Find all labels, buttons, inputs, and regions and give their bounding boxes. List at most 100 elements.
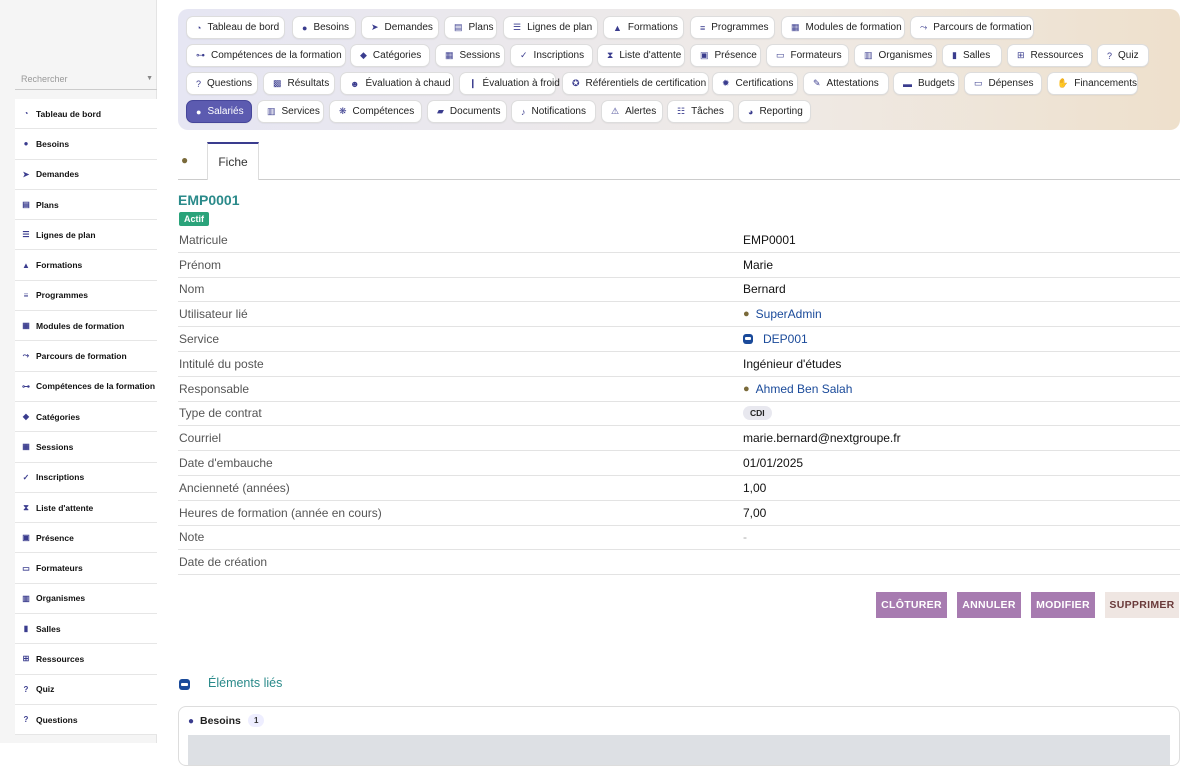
tab-33[interactable]: ❋ Compétences xyxy=(329,100,422,123)
tab-4[interactable]: ▤ Plans xyxy=(444,16,497,39)
cancel-button[interactable]: ANNULER xyxy=(957,592,1021,618)
sidebar-item[interactable]: ▦ Modules de formation xyxy=(15,311,157,342)
cubes-icon: ▦ xyxy=(791,22,800,32)
tab-32[interactable]: ▥ Services xyxy=(257,100,324,123)
question-icon: ? xyxy=(196,78,202,89)
gauge-icon: ◔ xyxy=(196,22,202,33)
sidebar-item[interactable]: ◆ Catégories xyxy=(15,402,157,433)
tab-29[interactable]: ▭ Dépenses xyxy=(964,72,1042,95)
sidebar-item[interactable]: ▮ Salles xyxy=(15,614,157,645)
tab-13[interactable]: ✓ Inscriptions xyxy=(510,44,593,67)
sidebar-item[interactable]: ≡ Programmes xyxy=(15,281,157,312)
field-value[interactable]: ● SuperAdmin xyxy=(743,307,822,321)
field-label: Service xyxy=(179,332,220,347)
tab-35[interactable]: ♪ Notifications xyxy=(511,100,596,123)
sidebar-item[interactable]: ☰ Lignes de plan xyxy=(15,220,157,251)
tab-16[interactable]: ▭ Formateurs xyxy=(766,44,849,67)
tab-23[interactable]: ☻ Évaluation à chaud xyxy=(340,72,454,95)
sidebar-item-label: Compétences de la formation xyxy=(36,381,156,392)
wallet-icon: ▬ xyxy=(903,78,912,89)
tab-label: Résultats xyxy=(287,78,330,89)
field-value[interactable]: ● Ahmed Ben Salah xyxy=(743,382,852,396)
sidebar-item-label: Programmes xyxy=(36,290,88,301)
sidebar-item[interactable]: ⧗ Liste d'attente xyxy=(15,493,157,524)
delete-button[interactable]: SUPPRIMER xyxy=(1105,592,1179,618)
tab-9[interactable]: ⤳ Parcours de formation xyxy=(910,16,1034,39)
tab-12[interactable]: ▦ Sessions xyxy=(435,44,505,67)
sidebar-item[interactable]: ● Besoins xyxy=(15,129,157,160)
tab-3[interactable]: ➤ Demandes xyxy=(361,16,439,39)
tab-27[interactable]: ✎ Attestations xyxy=(803,72,889,95)
tab-21[interactable]: ? Questions xyxy=(186,72,258,95)
tab-label: Salles xyxy=(962,50,991,61)
sidebar-item[interactable]: ✓ Inscriptions xyxy=(15,463,157,493)
sidebar-item[interactable]: ▤ Plans xyxy=(15,190,157,221)
tab-7[interactable]: ≡ Programmes xyxy=(690,16,775,39)
edit-button[interactable]: MODIFIER xyxy=(1031,592,1095,618)
sidebar-item[interactable]: ▭ Formateurs xyxy=(15,553,157,584)
tab-24[interactable]: ❙ Évaluation à froid xyxy=(459,72,560,95)
sidebar-item-label: Besoins xyxy=(36,138,70,149)
field-row: Utilisateur lié ● SuperAdmin xyxy=(178,302,1180,328)
tab-17[interactable]: ▥ Organismes xyxy=(854,44,937,67)
tab-20[interactable]: ? Quiz xyxy=(1097,44,1149,67)
tasks-icon: ☷ xyxy=(677,106,686,116)
tab-37[interactable]: ☷ Tâches xyxy=(667,100,734,123)
contract-badge: CDI xyxy=(743,406,772,421)
status-badge: Actif xyxy=(179,212,209,226)
tab-10[interactable]: ⊶ Compétences de la formation xyxy=(186,44,346,67)
tab-19[interactable]: ⊞ Ressources xyxy=(1007,44,1092,67)
tab-label: Financements xyxy=(1074,78,1138,89)
sidebar-item[interactable]: ▣ Présence xyxy=(15,523,157,554)
tab-18[interactable]: ▮ Salles xyxy=(942,44,1002,67)
tab-8[interactable]: ▦ Modules de formation xyxy=(781,16,905,39)
sidebar-item[interactable]: ▲ Formations xyxy=(15,250,157,281)
chalkboard-icon: ▭ xyxy=(22,563,30,573)
tab-26[interactable]: ✹ Certifications xyxy=(712,72,798,95)
field-value-text[interactable]: SuperAdmin xyxy=(756,307,822,321)
sidebar-search-select[interactable]: Rechercher ▼ xyxy=(15,70,157,90)
building-icon: ▥ xyxy=(267,106,276,116)
sidebar-item[interactable]: ⊞ Ressources xyxy=(15,644,157,675)
sidebar-item[interactable]: ➤ Demandes xyxy=(15,160,157,190)
tab-30[interactable]: ✋ Financements xyxy=(1047,72,1138,95)
sidebar-item[interactable]: ▥ Organismes xyxy=(15,584,157,615)
tab-38[interactable]: ◕ Reporting xyxy=(738,100,811,123)
field-value: Marie xyxy=(743,258,773,272)
tab-14[interactable]: ⧗ Liste d'attente xyxy=(597,44,685,67)
tab-25[interactable]: ✪ Référentiels de certification xyxy=(562,72,709,95)
tab-label: Ressources xyxy=(1030,50,1084,61)
field-row: Matricule EMP0001 xyxy=(178,228,1180,253)
sidebar-item[interactable]: ? Questions xyxy=(15,705,157,736)
tab-2[interactable]: ● Besoins xyxy=(292,16,356,39)
clipboard-check-icon: ▣ xyxy=(700,50,709,60)
tab-34[interactable]: ▰ Documents xyxy=(427,100,507,123)
field-value-text[interactable]: Ahmed Ben Salah xyxy=(756,382,853,396)
sidebar-item-label: Inscriptions xyxy=(36,472,85,483)
tab-15[interactable]: ▣ Présence xyxy=(690,44,761,67)
close-button[interactable]: CLÔTURER xyxy=(876,592,947,618)
tab-label: Référentiels de certification xyxy=(585,78,707,89)
sidebar-item[interactable]: ⤳ Parcours de formation xyxy=(15,341,157,372)
tab-label: Dépenses xyxy=(988,78,1034,89)
field-value-text[interactable]: DEP001 xyxy=(763,332,808,346)
linked-card-besoins[interactable]: ● Besoins 1 xyxy=(178,706,1180,766)
sidebar-item[interactable]: ▦ Sessions xyxy=(15,432,157,463)
tab-5[interactable]: ☰ Lignes de plan xyxy=(503,16,598,39)
tab-28[interactable]: ▬ Budgets xyxy=(893,72,959,95)
sidebar-item[interactable]: ◔ Tableau de bord xyxy=(15,99,157,130)
tab-1[interactable]: ◔ Tableau de bord xyxy=(186,16,285,39)
tab-label: Présence xyxy=(714,50,757,61)
tab-31[interactable]: ● Salariés xyxy=(186,100,252,123)
field-row: Responsable ● Ahmed Ben Salah xyxy=(178,377,1180,402)
sidebar-item[interactable]: ? Quiz xyxy=(15,675,157,705)
tab-fiche[interactable]: Fiche xyxy=(207,142,259,180)
sidebar-item[interactable]: ⊶ Compétences de la formation xyxy=(15,372,157,402)
tab-22[interactable]: ▩ Résultats xyxy=(263,72,335,95)
clipboard-icon: ▤ xyxy=(22,200,30,210)
field-label: Date de création xyxy=(179,555,268,570)
field-value[interactable]: DEP001 xyxy=(743,332,808,346)
tab-6[interactable]: ▲ Formations xyxy=(603,16,684,39)
tab-11[interactable]: ◆ Catégories xyxy=(350,44,430,67)
tab-36[interactable]: ⚠ Alertes xyxy=(601,100,663,123)
